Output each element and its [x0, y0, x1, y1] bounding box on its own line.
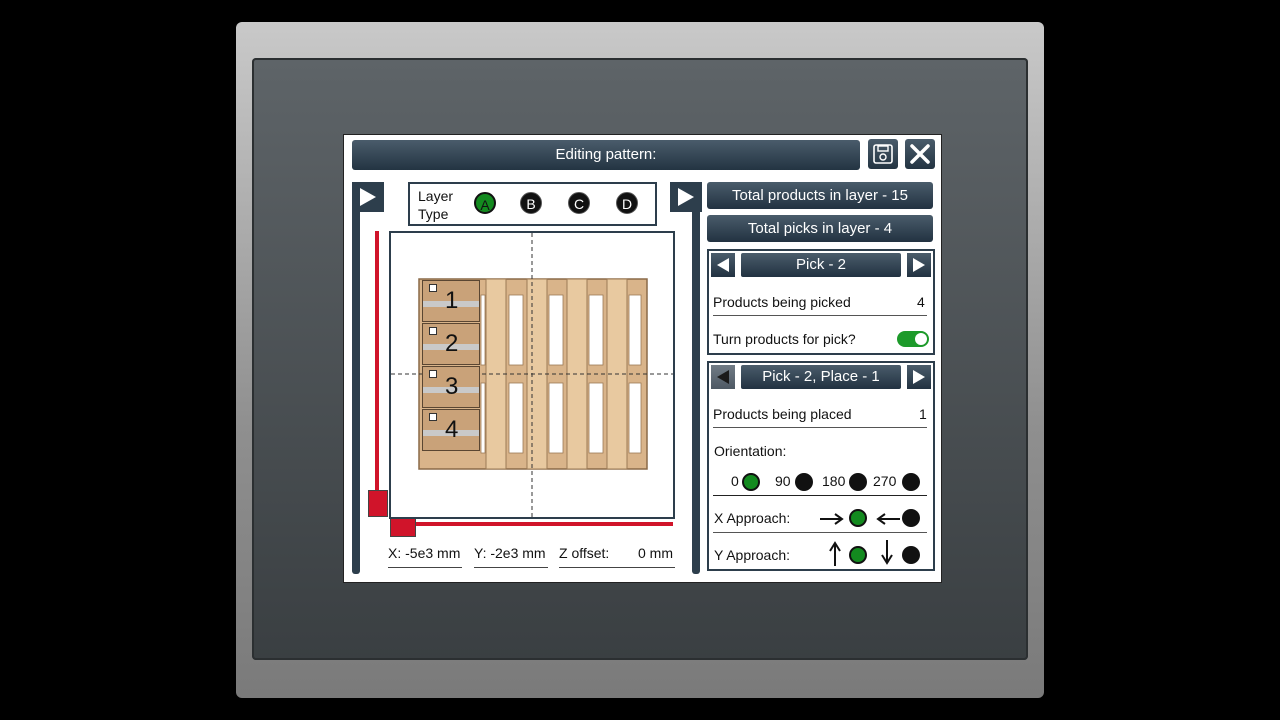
orientation-270-label: 270 — [873, 473, 897, 489]
layer-type-selector: Layer Type A B C D — [408, 182, 657, 226]
divider — [713, 315, 927, 316]
y-approach-negative-radio[interactable] — [902, 546, 920, 564]
y-coordinate-underline — [474, 567, 548, 568]
pallet-canvas[interactable]: 1 2 3 4 — [389, 231, 675, 519]
pick-prev-button[interactable] — [711, 253, 735, 277]
arrow-left-icon — [876, 513, 900, 525]
turn-products-label: Turn products for pick? — [713, 331, 856, 347]
x-approach-label: X Approach: — [714, 510, 791, 526]
triangle-left-icon — [717, 370, 729, 384]
divider — [713, 495, 927, 496]
pick-next-button[interactable] — [907, 253, 931, 277]
y-approach-label: Y Approach: — [714, 547, 791, 563]
y-approach-positive-radio[interactable] — [849, 546, 867, 564]
arrow-down-icon — [881, 540, 893, 565]
product-stack: 1 2 3 4 — [422, 280, 482, 452]
layer-type-d[interactable]: D — [616, 192, 638, 214]
right-flag-button[interactable] — [670, 182, 702, 212]
z-offset-underline — [559, 567, 675, 568]
orientation-90-radio[interactable] — [795, 473, 813, 491]
triangle-right-icon — [913, 258, 925, 272]
orientation-label: Orientation: — [714, 443, 787, 459]
floppy-disk-icon — [873, 144, 893, 164]
product-box[interactable]: 3 — [422, 366, 480, 408]
orientation-270-radio[interactable] — [902, 473, 920, 491]
orientation-180-radio[interactable] — [849, 473, 867, 491]
layer-type-b[interactable]: B — [520, 192, 542, 214]
x-axis-rail — [390, 522, 673, 526]
dialog-title: Editing pattern: — [352, 140, 860, 170]
close-icon — [910, 144, 930, 164]
orientation-0-label: 0 — [731, 473, 739, 489]
middle-side-bar — [692, 182, 700, 574]
y-coordinate: Y: -2e3 mm — [474, 545, 546, 561]
products-placed-label: Products being placed — [713, 406, 852, 422]
products-placed-value[interactable]: 1 — [919, 406, 927, 422]
total-picks-button[interactable]: Total picks in layer - 4 — [707, 215, 933, 242]
arrow-right-icon — [820, 513, 844, 525]
place-next-button[interactable] — [907, 365, 931, 389]
triangle-right-icon — [913, 370, 925, 384]
pick-title: Pick - 2 — [741, 253, 901, 277]
y-axis-rail — [375, 231, 379, 497]
products-picked-value[interactable]: 4 — [917, 294, 925, 310]
save-button[interactable] — [868, 139, 898, 169]
turn-products-toggle[interactable] — [897, 331, 929, 347]
x-coordinate: X: -5e3 mm — [388, 545, 461, 561]
total-products-button[interactable]: Total products in layer - 15 — [707, 182, 933, 209]
close-button[interactable] — [905, 139, 935, 169]
divider — [713, 532, 927, 533]
left-flag-button[interactable] — [352, 182, 384, 212]
x-axis-handle[interactable] — [390, 517, 416, 537]
left-side-bar — [352, 182, 360, 574]
place-group: Pick - 2, Place - 1 Products being place… — [707, 361, 935, 571]
play-arrow-icon — [678, 188, 694, 206]
divider — [713, 427, 927, 428]
layer-type-label: Layer Type — [418, 188, 454, 222]
x-coordinate-underline — [388, 567, 462, 568]
place-title: Pick - 2, Place - 1 — [741, 365, 901, 389]
arrow-up-icon — [829, 541, 841, 566]
z-offset-label: Z offset: — [559, 545, 610, 561]
place-prev-button[interactable] — [711, 365, 735, 389]
product-box[interactable]: 2 — [422, 323, 480, 365]
products-picked-label: Products being picked — [713, 294, 851, 310]
x-approach-positive-radio[interactable] — [849, 509, 867, 527]
title-bar: Editing pattern: — [344, 135, 941, 176]
triangle-left-icon — [717, 258, 729, 272]
product-box[interactable]: 1 — [422, 280, 480, 322]
y-axis-handle[interactable] — [368, 490, 388, 517]
z-offset-value[interactable]: 0 mm — [638, 545, 673, 561]
orientation-180-label: 180 — [822, 473, 846, 489]
product-box[interactable]: 4 — [422, 409, 480, 451]
x-approach-negative-radio[interactable] — [902, 509, 920, 527]
play-arrow-icon — [360, 188, 376, 206]
layer-type-c[interactable]: C — [568, 192, 590, 214]
orientation-90-label: 90 — [775, 473, 791, 489]
layer-type-a[interactable]: A — [474, 192, 496, 214]
editing-pattern-dialog: Editing pattern: Layer Type A B C D 1 2 … — [344, 135, 941, 582]
orientation-0-radio[interactable] — [742, 473, 760, 491]
pick-group: Pick - 2 Products being picked 4 Turn pr… — [707, 249, 935, 355]
